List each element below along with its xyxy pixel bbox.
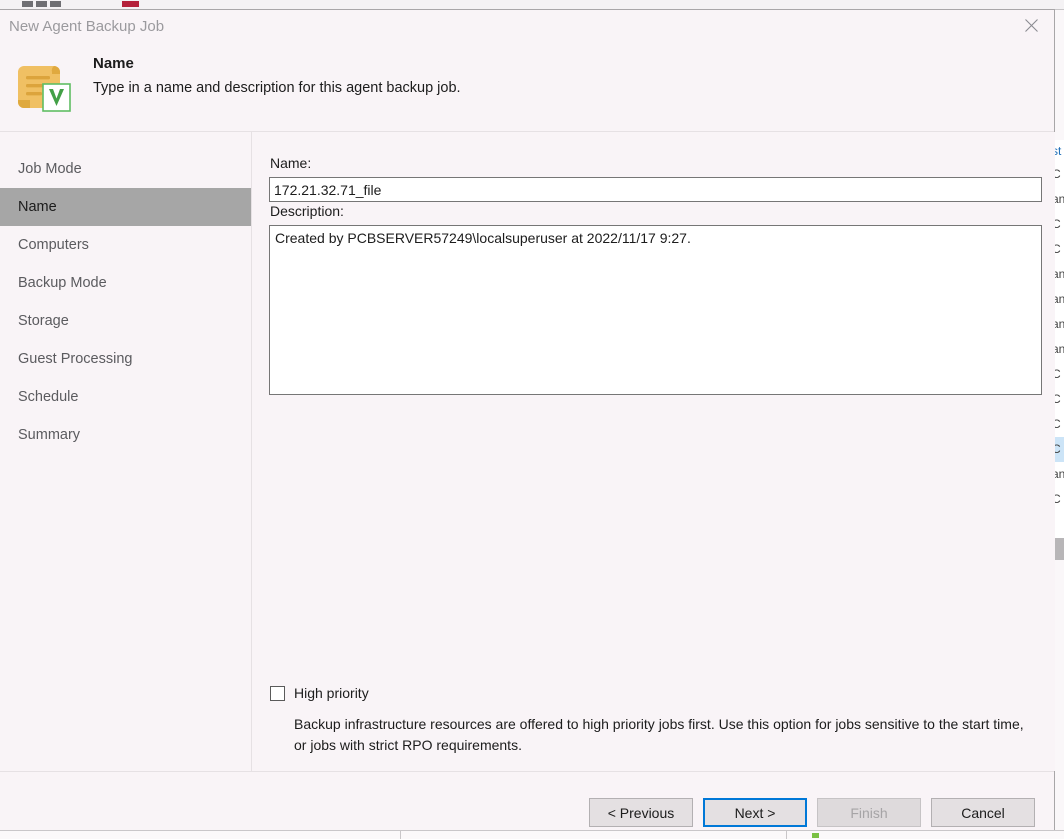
sidebar-item-name[interactable]: Name bbox=[0, 188, 251, 226]
background-toolbar-tile bbox=[50, 1, 61, 7]
background-toolbar-tile bbox=[36, 1, 47, 7]
dialog-title-bar: New Agent Backup Job bbox=[0, 10, 1054, 45]
background-toolbar-tile bbox=[22, 1, 33, 7]
sidebar-item-job-mode[interactable]: Job Mode bbox=[0, 150, 251, 188]
header-title: Name bbox=[93, 55, 134, 72]
high-priority-checkbox[interactable] bbox=[270, 685, 285, 701]
finish-button: Finish bbox=[817, 798, 921, 827]
header-subtitle: Type in a name and description for this … bbox=[93, 80, 461, 96]
footer-divider bbox=[0, 771, 1054, 772]
close-icon[interactable] bbox=[1008, 10, 1054, 41]
background-status-indicator bbox=[812, 833, 819, 838]
sidebar-item-summary[interactable]: Summary bbox=[0, 416, 251, 454]
name-input[interactable] bbox=[269, 177, 1042, 202]
description-input[interactable]: Created by PCBSERVER57249\localsuperuser… bbox=[269, 225, 1042, 395]
cancel-button[interactable]: Cancel bbox=[931, 798, 1035, 827]
high-priority-label: High priority bbox=[294, 685, 369, 701]
high-priority-row[interactable]: High priority bbox=[270, 685, 369, 701]
background-toolbar-tile-accent bbox=[122, 1, 139, 7]
description-field-label: Description: bbox=[270, 203, 344, 219]
new-agent-backup-job-dialog: New Agent Backup Job Name Type in a name… bbox=[0, 9, 1055, 830]
sidebar-item-storage[interactable]: Storage bbox=[0, 302, 251, 340]
wizard-step-navigation: Job Mode Name Computers Backup Mode Storage G… bbox=[0, 132, 251, 771]
dialog-title: New Agent Backup Job bbox=[9, 18, 165, 35]
name-step-panel: Name: Description: Created by PCBSERVER5… bbox=[252, 132, 1055, 771]
sidebar-item-computers[interactable]: Computers bbox=[0, 226, 251, 264]
next-button[interactable]: Next > bbox=[703, 798, 807, 827]
sidebar-item-backup-mode[interactable]: Backup Mode bbox=[0, 264, 251, 302]
high-priority-description: Backup infrastructure resources are offe… bbox=[294, 716, 1024, 753]
sidebar-item-guest-processing[interactable]: Guest Processing bbox=[0, 340, 251, 378]
previous-button[interactable]: < Previous bbox=[589, 798, 693, 827]
sidebar-item-schedule[interactable]: Schedule bbox=[0, 378, 251, 416]
dialog-header: Name Type in a name and description for … bbox=[0, 45, 1054, 131]
name-field-label: Name: bbox=[270, 155, 312, 171]
dialog-footer: < Previous Next > Finish Cancel bbox=[0, 771, 1054, 830]
backup-job-scroll-veeam-icon bbox=[14, 55, 74, 115]
